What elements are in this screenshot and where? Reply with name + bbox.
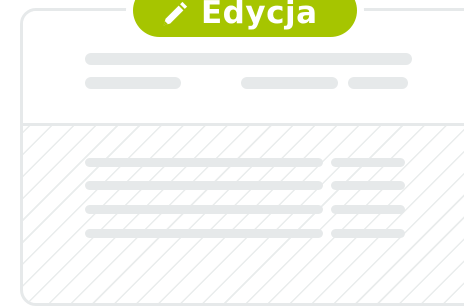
edit-illustration: Edycja [0,0,464,306]
row-4-left-placeholder [85,229,323,238]
row-3-right-placeholder [331,205,405,214]
hatched-content-area [23,126,464,303]
header-subtitle-placeholder [85,77,181,89]
edit-badge: Edycja [133,0,357,37]
row-4-right-placeholder [331,229,405,238]
header-meta-placeholder-short [348,77,408,89]
header-title-placeholder [85,53,412,65]
row-1-left-placeholder [85,158,323,167]
row-3-left-placeholder [85,205,323,214]
row-2-right-placeholder [331,181,405,190]
row-1-right-placeholder [331,158,405,167]
header-meta-placeholder [241,77,338,89]
badge-label: Edycja [201,0,318,31]
row-2-left-placeholder [85,181,323,190]
pencil-icon [163,1,188,25]
